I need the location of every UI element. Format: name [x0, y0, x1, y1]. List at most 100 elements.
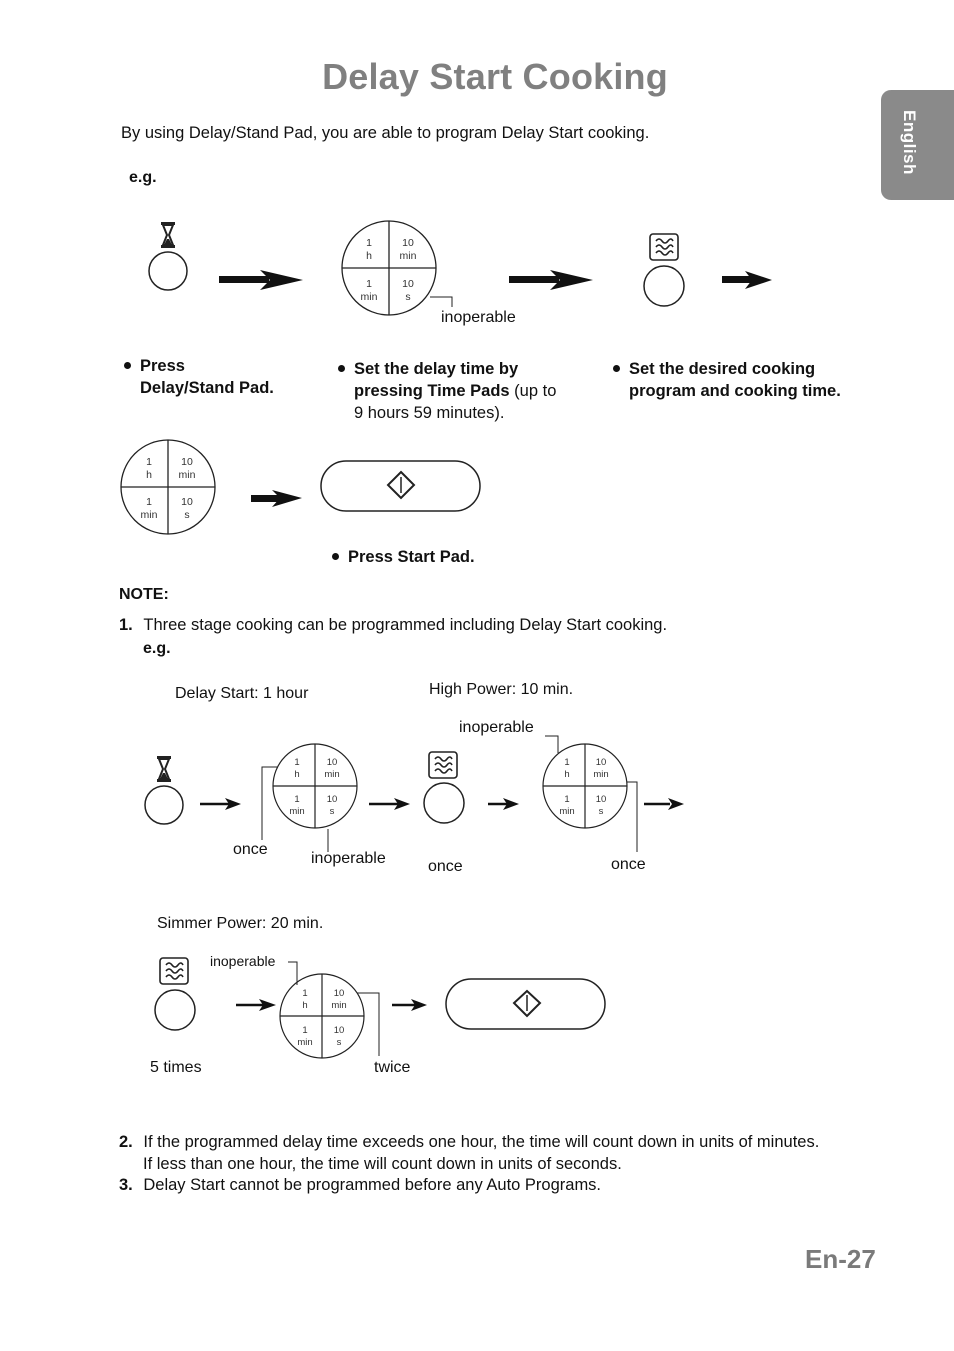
- note-text: If the programmed delay time exceeds one…: [143, 1133, 820, 1151]
- pad-label: 1: [302, 1025, 307, 1036]
- pad-label: h: [366, 250, 372, 262]
- stage-3-label: Simmer Power: 20 min.: [157, 915, 324, 932]
- microwave-wave-icon: [649, 233, 679, 261]
- arrow-icon: [488, 798, 519, 810]
- pad-label: min: [289, 806, 304, 817]
- start-pad[interactable]: [445, 978, 606, 1030]
- arrow-icon: [392, 999, 427, 1011]
- once-label: once: [233, 841, 268, 858]
- microwave-wave-icon: [428, 751, 458, 779]
- power-level-pad[interactable]: [643, 265, 685, 307]
- power-level-pad[interactable]: [154, 989, 196, 1031]
- pad-label: s: [330, 806, 335, 817]
- step-line: 9 hours 59 minutes).: [354, 404, 505, 422]
- once-label: once: [611, 856, 646, 873]
- pad-label: 10: [402, 237, 414, 249]
- inoperable-leader: [545, 735, 559, 753]
- delay-stand-pad[interactable]: [144, 785, 184, 825]
- note-heading: NOTE:: [119, 586, 169, 603]
- stage-1-label: Delay Start: 1 hour: [175, 685, 309, 702]
- note-item-2: 2. If the programmed delay time exceeds …: [119, 1132, 819, 1175]
- pad-label: min: [400, 250, 417, 262]
- step-line-bold: pressing Time Pads: [354, 382, 510, 400]
- pad-label: 10: [181, 456, 193, 468]
- pad-label: h: [294, 769, 299, 780]
- pad-label: 10: [596, 757, 607, 768]
- pad-label: 10: [596, 794, 607, 805]
- pad-label: min: [559, 806, 574, 817]
- step-press-start: Press Start Pad.: [332, 546, 475, 568]
- pad-label: h: [564, 769, 569, 780]
- pad-label: min: [297, 1037, 312, 1048]
- pad-label: min: [179, 469, 196, 481]
- step-line: Set the desired cooking: [629, 360, 816, 378]
- pad-label: 10: [334, 1025, 345, 1036]
- pad-label: 1: [294, 794, 299, 805]
- inoperable-label: inoperable: [210, 953, 276, 969]
- time-pad-4[interactable]: [542, 743, 628, 829]
- once-label: once: [428, 858, 463, 875]
- arrow-icon: [369, 798, 410, 810]
- inoperable-label: inoperable: [441, 309, 516, 326]
- page-number: En-27: [805, 1244, 876, 1274]
- twice-label: twice: [374, 1059, 411, 1076]
- start-pad[interactable]: [320, 460, 481, 512]
- pad-label: 1: [146, 496, 152, 508]
- stage-2-label: High Power: 10 min.: [429, 681, 574, 698]
- bullet-icon: [332, 553, 339, 560]
- once-leader: [627, 781, 638, 852]
- time-pad-3[interactable]: [272, 743, 358, 829]
- arrow-icon: [251, 490, 302, 507]
- note-text: Delay Start cannot be programmed before …: [143, 1176, 602, 1194]
- example-label: e.g.: [143, 640, 171, 657]
- pad-label: 10: [327, 794, 338, 805]
- note-item-1: 1. Three stage cooking can be programmed…: [119, 615, 667, 637]
- five-times-label: 5 times: [150, 1059, 202, 1076]
- inoperable-label: inoperable: [311, 850, 386, 867]
- step-line: Press Start Pad.: [348, 548, 475, 566]
- pad-label: 1: [146, 456, 152, 468]
- pad-label: min: [361, 291, 378, 303]
- pad-label: s: [599, 806, 604, 817]
- note-text: Three stage cooking can be programmed in…: [143, 616, 668, 634]
- pad-label: 10: [181, 496, 193, 508]
- arrow-icon: [219, 270, 303, 290]
- hourglass-icon: [156, 755, 172, 783]
- hourglass-icon: [160, 221, 176, 249]
- step-line-normal: (up to: [509, 382, 557, 400]
- pad-label: 1: [366, 278, 372, 290]
- arrow-icon: [644, 798, 684, 810]
- pad-label: 1: [294, 757, 299, 768]
- bullet-icon: [613, 365, 620, 372]
- pad-label: 1: [366, 237, 372, 249]
- pad-label: 10: [334, 988, 345, 999]
- step-press-delay: Press Delay/Stand Pad.: [124, 355, 274, 399]
- note-item-3: 3. Delay Start cannot be programmed befo…: [119, 1175, 601, 1197]
- step-set-program: Set the desired cooking program and cook…: [613, 358, 841, 402]
- note-text: If less than one hour, the time will cou…: [143, 1154, 622, 1173]
- inoperable-label: inoperable: [459, 719, 534, 736]
- time-pad-1[interactable]: [341, 220, 437, 316]
- inoperable-leader: [288, 961, 298, 985]
- pad-label: min: [331, 1000, 346, 1011]
- microwave-wave-icon: [159, 957, 189, 985]
- time-pad-2[interactable]: [120, 439, 216, 535]
- step-line: program and cooking time.: [629, 382, 841, 400]
- delay-stand-pad[interactable]: [148, 251, 188, 291]
- pad-label: 10: [327, 757, 338, 768]
- pad-label: h: [146, 469, 152, 481]
- pad-label: 10: [402, 278, 414, 290]
- step-set-delay: Set the delay time by pressing Time Pads…: [338, 358, 557, 424]
- pad-label: min: [593, 769, 608, 780]
- pad-label: s: [337, 1037, 342, 1048]
- arrow-icon: [722, 271, 772, 289]
- time-pad-5[interactable]: [279, 973, 365, 1059]
- power-level-pad[interactable]: [423, 782, 465, 824]
- bullet-icon: [338, 365, 345, 372]
- note-number: 2.: [119, 1133, 133, 1151]
- pad-label: s: [184, 509, 189, 521]
- pad-label: 1: [564, 757, 569, 768]
- pad-label: h: [302, 1000, 307, 1011]
- pad-label: s: [405, 291, 410, 303]
- bullet-icon: [124, 362, 131, 369]
